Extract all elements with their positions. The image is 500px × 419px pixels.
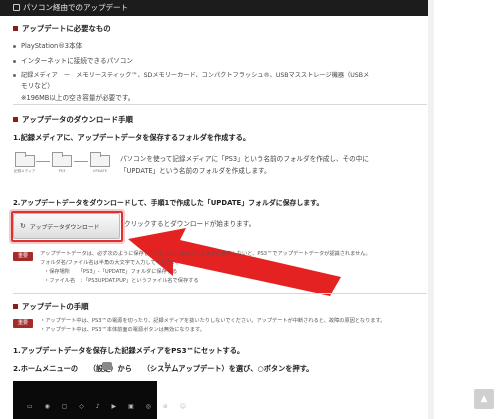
procedure-heading: アップデートの手順 — [13, 301, 89, 312]
xmb-screenshot: ▭ ◉ ▢ ◇ ♪ ▶ ▣ ◎ ⊕ ☺ — [13, 381, 186, 419]
arrow-annotation — [128, 228, 341, 296]
settings-icon — [102, 362, 112, 370]
note-line: アップデートデータは、必ず次のように保存してください。正しいフォルダに保存しない… — [40, 251, 371, 257]
note-line: ・アップデート中は、PS3™の電源を切ったり、記録メディアを抜いたりしないでくだ… — [40, 318, 386, 324]
procedure-step-1: 1.アップデートデータを保存した記録メディアをPS3™にセットする。 — [13, 346, 245, 355]
note-line: ・ファイル名 ：「PS3UPDAT.PUP」というファイル名で保存する — [44, 278, 199, 284]
note-line: ・保存場所 「PS3」-「UPDATE」フォルダに保存する — [44, 269, 178, 275]
scroll-to-top-button[interactable]: ▲ — [474, 389, 494, 409]
divider — [13, 293, 427, 294]
heading-marker-icon — [13, 304, 18, 309]
note-line: ・アップデート中は、PS3™本体前面の電源ボタンは無効になります。 — [40, 327, 205, 333]
system-update-icon: ↻ — [164, 361, 171, 370]
page: パソコン経由でのアップデート アップデートに必要なもの PlayStation®… — [0, 0, 500, 419]
important-badge: 重要 — [13, 319, 33, 328]
note-line: フォルダ名/ファイル名は半角の大文字で入力してください。 — [40, 260, 182, 266]
important-badge: 重要 — [13, 252, 33, 261]
xmb-icon-row: ▭ ◉ ▢ ◇ ♪ ▶ ▣ ◎ ⊕ ☺ — [27, 403, 191, 410]
